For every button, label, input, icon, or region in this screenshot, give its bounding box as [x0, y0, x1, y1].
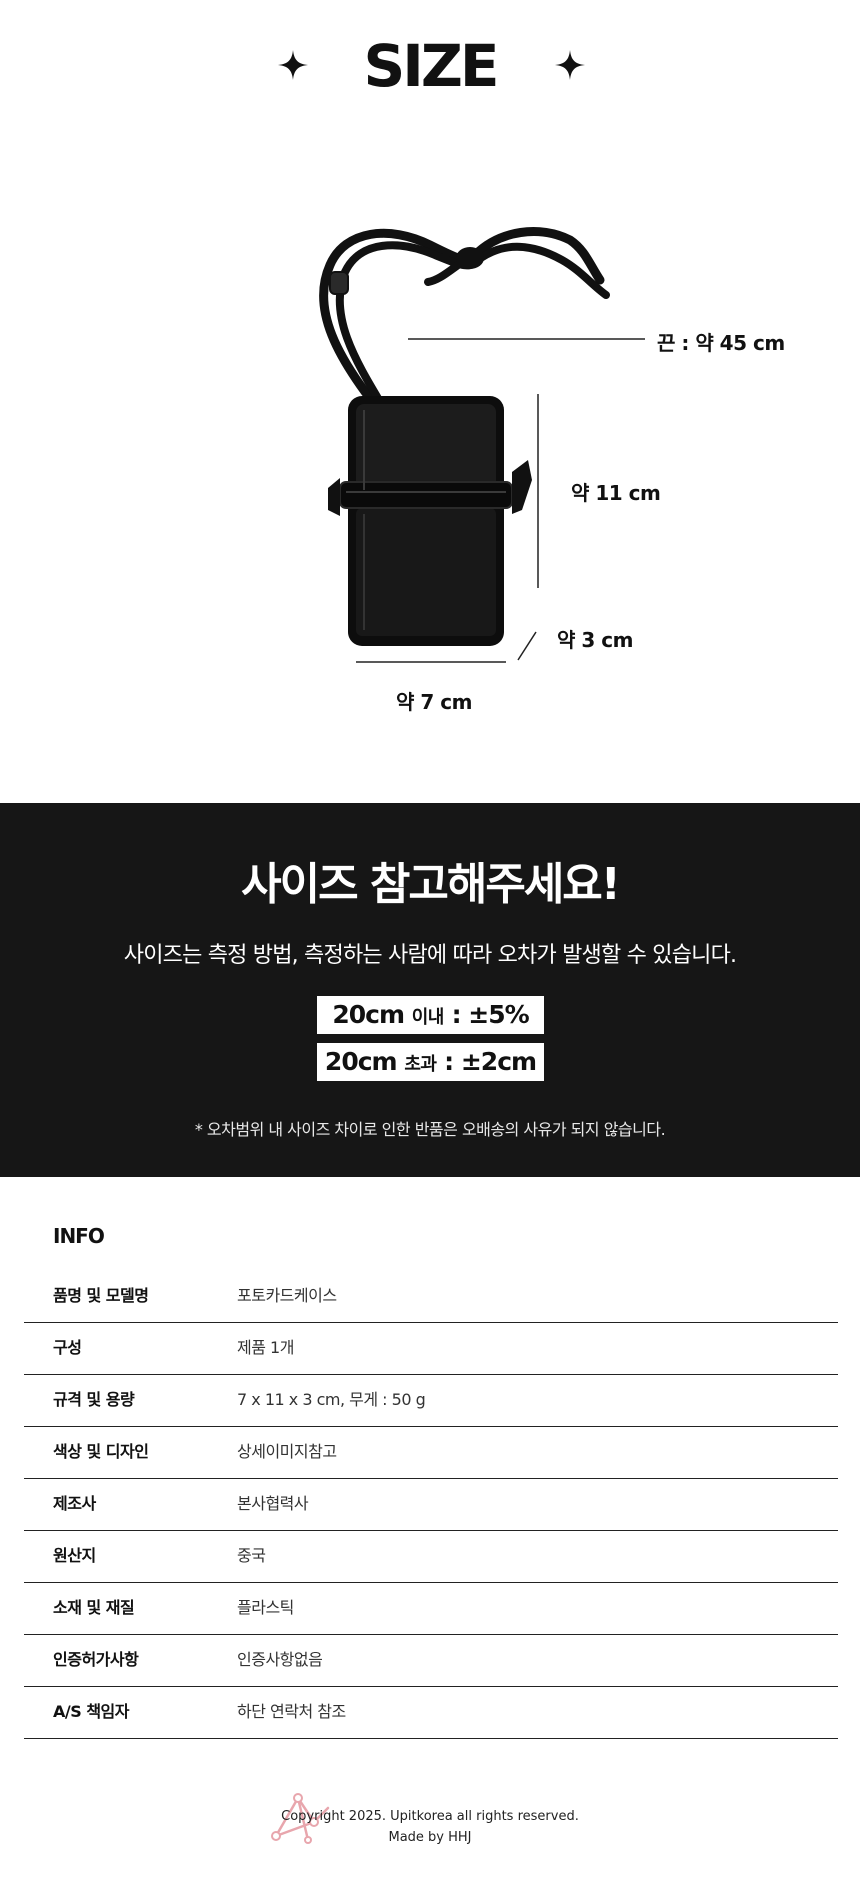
- table-row: 구성 제품 1개: [24, 1323, 838, 1375]
- row-key: 제조사: [53, 1494, 96, 1513]
- sparkle-icon: [555, 50, 585, 80]
- tolerance-condition: 이내: [411, 1007, 445, 1028]
- row-key: 소재 및 재질: [53, 1598, 135, 1617]
- row-value: 인증사항없음: [237, 1650, 323, 1669]
- tolerance-size: 20cm: [332, 1000, 405, 1029]
- strap-length-label: 끈 : 약 45 cm: [657, 331, 785, 355]
- row-value: 본사협력사: [237, 1494, 309, 1513]
- row-value: 상세이미지참고: [237, 1442, 337, 1461]
- notice-footnote: * 오차범위 내 사이즈 차이로 인한 반품은 오배송의 사유가 되지 않습니다…: [194, 1120, 666, 1139]
- table-row: A/S 책임자 하단 연락처 참조: [24, 1687, 838, 1739]
- notice-subtitle: 사이즈는 측정 방법, 측정하는 사람에 따라 오차가 발생할 수 있습니다.: [123, 943, 737, 968]
- info-table: 품명 및 모델명 포토카드케이스 구성 제품 1개 규격 및 용량 7 x 11…: [24, 1271, 838, 1739]
- row-value: 중국: [237, 1546, 266, 1565]
- tolerance-badge: 20cm 초과 : ±2cm: [317, 1043, 544, 1081]
- made-by-text: Made by HHJ: [388, 1830, 472, 1845]
- row-key: 구성: [53, 1338, 82, 1357]
- table-row: 규격 및 용량 7 x 11 x 3 cm, 무게 : 50 g: [24, 1375, 838, 1427]
- height-label: 약 11 cm: [571, 481, 661, 505]
- photocard-case-illustration: [319, 227, 610, 646]
- table-row: 품명 및 모델명 포토카드케이스: [24, 1271, 838, 1323]
- table-row: 제조사 본사협력사: [24, 1479, 838, 1531]
- tolerance-size: 20cm: [324, 1047, 398, 1076]
- copyright-text: Copyright 2025. Upitkorea all rights res…: [281, 1809, 579, 1824]
- row-value: 플라스틱: [237, 1598, 294, 1617]
- tolerance-badge: 20cm 이내 : ±5%: [317, 996, 544, 1034]
- width-label: 약 7 cm: [396, 690, 472, 714]
- table-row: 인증허가사항 인증사항없음: [24, 1635, 838, 1687]
- size-title: SIZE: [363, 32, 499, 100]
- row-value: 하단 연락처 참조: [237, 1702, 346, 1721]
- tolerance-value: : ±5%: [451, 1000, 530, 1029]
- row-key: 규격 및 용량: [53, 1390, 135, 1409]
- tolerance-condition: 초과: [404, 1054, 437, 1075]
- size-header: SIZE: [0, 0, 860, 130]
- row-key: 품명 및 모델명: [53, 1286, 149, 1305]
- row-value: 7 x 11 x 3 cm, 무게 : 50 g: [237, 1390, 426, 1409]
- notice-title: 사이즈 참고해주세요!: [241, 859, 621, 910]
- row-key: 색상 및 디자인: [53, 1442, 149, 1461]
- table-row: 소재 및 재질 플라스틱: [24, 1583, 838, 1635]
- info-title: INFO: [53, 1224, 105, 1248]
- tolerance-value: : ±2cm: [444, 1047, 537, 1076]
- row-value: 포토카드케이스: [237, 1286, 337, 1305]
- table-row: 원산지 중국: [24, 1531, 838, 1583]
- depth-label: 약 3 cm: [557, 628, 633, 652]
- row-value: 제품 1개: [237, 1338, 294, 1357]
- row-key: 인증허가사항: [53, 1650, 139, 1669]
- row-key: A/S 책임자: [53, 1702, 129, 1721]
- table-row: 색상 및 디자인 상세이미지참고: [24, 1427, 838, 1479]
- row-key: 원산지: [53, 1546, 96, 1565]
